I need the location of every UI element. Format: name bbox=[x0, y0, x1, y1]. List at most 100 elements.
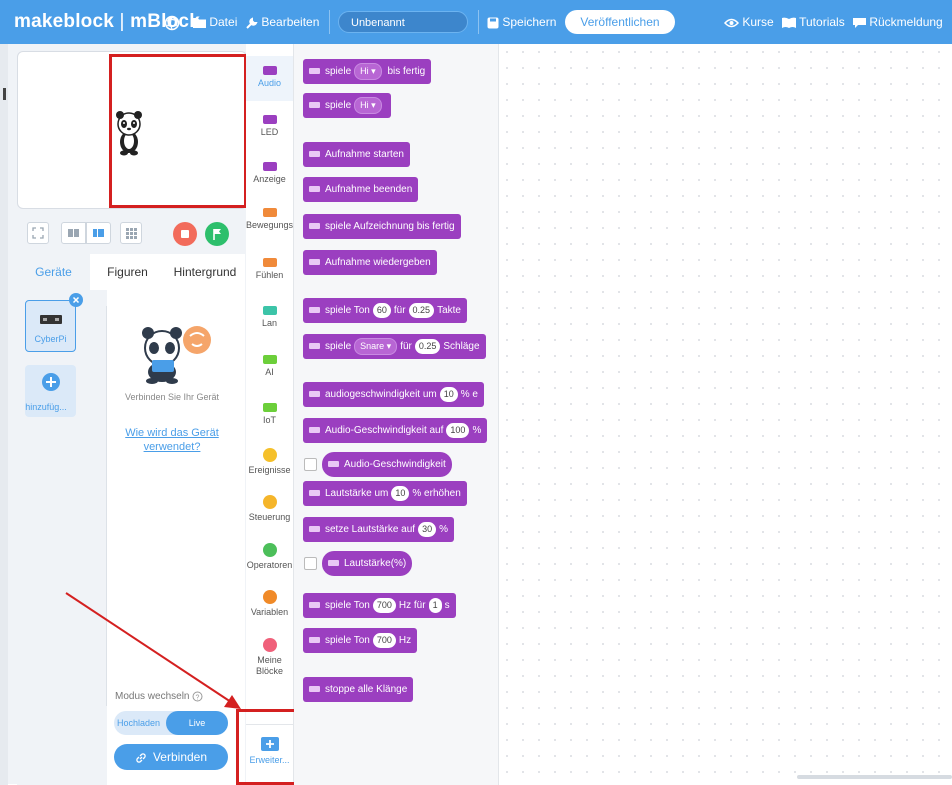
publish-button[interactable]: Veröffentlichen bbox=[565, 10, 675, 34]
mode-toggle[interactable]: Hochladen Live bbox=[114, 711, 228, 735]
speaker-icon bbox=[309, 307, 320, 314]
category-display[interactable]: Anzeige bbox=[246, 162, 293, 184]
fullscreen-button[interactable] bbox=[27, 222, 49, 244]
category-led[interactable]: LED bbox=[246, 115, 293, 137]
menu-edit[interactable]: Bearbeiten bbox=[246, 0, 319, 44]
category-operators[interactable]: Operatoren bbox=[246, 543, 293, 570]
green-flag-icon bbox=[213, 229, 221, 240]
category-control[interactable]: Steuerung bbox=[246, 495, 293, 522]
speaker-icon bbox=[309, 259, 320, 266]
block-change-speed[interactable]: audiogeschwindigkeit um 10% e bbox=[303, 382, 484, 407]
connect-button[interactable]: Verbinden bbox=[114, 744, 228, 770]
add-device-label: hinzufüg... bbox=[25, 402, 67, 412]
block-play-note[interactable]: spiele Ton 60 für 0.25 Takte bbox=[303, 298, 467, 323]
block-play-frequency-for[interactable]: spiele Ton 700 Hz für 1 s bbox=[303, 593, 456, 618]
stop-button[interactable] bbox=[173, 222, 197, 246]
close-icon bbox=[72, 296, 80, 304]
script-workspace[interactable] bbox=[499, 44, 952, 785]
go-button[interactable] bbox=[205, 222, 229, 246]
block-play-drum[interactable]: spiele Snare ▾ für 0.25 Schläge bbox=[303, 334, 486, 359]
ai-icon bbox=[262, 355, 277, 364]
tab-devices[interactable]: Geräte bbox=[17, 254, 90, 290]
checkbox-volume[interactable] bbox=[304, 557, 317, 570]
block-play-recording-until-done[interactable]: spiele Aufzeichnung bis fertig bbox=[303, 214, 461, 239]
block-play-until-done[interactable]: spiele Hi ▾ bis fertig bbox=[303, 59, 432, 84]
block-palette: spiele Hi ▾ bis fertig spiele Hi ▾ Aufnahm… bbox=[294, 44, 499, 785]
top-bar: makeblock | mBlock Datei Bearbeiten Unbe… bbox=[0, 0, 952, 44]
block-change-volume[interactable]: Lautstärke um 10% erhöhen bbox=[303, 481, 467, 506]
block-stop-recording[interactable]: Aufnahme beenden bbox=[303, 177, 419, 202]
category-events[interactable]: Ereignisse bbox=[246, 448, 293, 475]
small-stage-button[interactable] bbox=[61, 222, 86, 244]
speaker-icon bbox=[309, 343, 320, 350]
led-icon bbox=[262, 115, 277, 124]
grid-view-button[interactable] bbox=[120, 222, 142, 244]
category-iot[interactable]: IoT bbox=[246, 403, 293, 425]
remove-device-button[interactable] bbox=[69, 293, 83, 307]
speaker-icon bbox=[328, 461, 339, 468]
category-lan[interactable]: Lan bbox=[246, 306, 293, 328]
category-motion[interactable]: Bewegungs bbox=[246, 208, 293, 230]
block-start-recording[interactable]: Aufnahme starten bbox=[303, 142, 410, 167]
sensing-icon bbox=[262, 258, 277, 267]
reporter-audio-speed[interactable]: Audio-Geschwindigkeit bbox=[322, 452, 452, 477]
save-icon bbox=[487, 17, 499, 29]
reporter-volume[interactable]: Lautstärke(%) bbox=[322, 551, 413, 576]
block-play-recording[interactable]: Aufnahme wiedergeben bbox=[303, 250, 437, 275]
my-blocks-icon bbox=[262, 638, 277, 652]
help-icon[interactable]: ? bbox=[192, 691, 203, 702]
grid-icon bbox=[126, 228, 137, 239]
block-set-volume[interactable]: setze Lautstärke auf 30% bbox=[303, 517, 454, 542]
sprite-tabs: Geräte Figuren Hintergrund bbox=[17, 254, 245, 290]
large-stage-button[interactable] bbox=[86, 222, 111, 244]
operators-icon bbox=[262, 543, 277, 557]
tab-sprites[interactable]: Figuren bbox=[90, 254, 165, 290]
save-button[interactable]: Speichern bbox=[487, 0, 556, 44]
menu-file[interactable]: Datei bbox=[193, 0, 237, 44]
category-ai[interactable]: AI bbox=[246, 355, 293, 377]
speaker-icon bbox=[309, 637, 320, 644]
horizontal-scrollbar[interactable] bbox=[797, 775, 952, 779]
connect-hint: Verbinden Sie Ihr Gerät bbox=[124, 392, 220, 402]
motion-icon bbox=[262, 208, 277, 217]
audio-icon bbox=[262, 66, 277, 75]
speaker-icon bbox=[309, 151, 320, 158]
category-variables[interactable]: Variablen bbox=[246, 590, 293, 617]
mode-label: Modus wechseln ? bbox=[115, 691, 203, 702]
courses-link[interactable]: Kurse bbox=[724, 0, 774, 44]
window-edge bbox=[0, 44, 8, 785]
block-set-speed[interactable]: Audio-Geschwindigkeit auf 100% bbox=[303, 418, 488, 443]
tab-backgrounds[interactable]: Hintergrund bbox=[165, 254, 245, 290]
block-play[interactable]: spiele Hi ▾ bbox=[303, 93, 391, 118]
device-panel: CyberPi hinzufüg... Verbinden Sie Ihr Ge… bbox=[17, 290, 245, 785]
category-audio[interactable]: Audio bbox=[246, 66, 293, 88]
block-play-frequency[interactable]: spiele Ton 700 Hz bbox=[303, 628, 418, 653]
project-title-input[interactable]: Unbenannt bbox=[338, 11, 468, 33]
mode-upload[interactable]: Hochladen bbox=[117, 711, 160, 735]
how-to-use-link[interactable]: Wie wird das Gerät verwendet? bbox=[117, 426, 227, 454]
panda-connect-illustration bbox=[142, 326, 211, 384]
annotation-box-stage bbox=[109, 54, 247, 208]
block-stop-all-sounds[interactable]: stoppe alle Klänge bbox=[303, 677, 414, 702]
speaker-icon bbox=[309, 223, 320, 230]
globe-icon[interactable] bbox=[164, 0, 180, 44]
feedback-link[interactable]: Rückmeldung bbox=[853, 0, 943, 44]
device-card-cyberpi[interactable]: CyberPi bbox=[25, 300, 76, 352]
checkbox-audio-speed[interactable] bbox=[304, 458, 317, 471]
folder-icon bbox=[193, 18, 206, 29]
link-icon bbox=[136, 753, 146, 763]
events-icon bbox=[262, 448, 277, 462]
divider bbox=[478, 10, 479, 34]
mode-live[interactable]: Live bbox=[166, 711, 228, 735]
device-name: CyberPi bbox=[34, 334, 67, 344]
display-icon bbox=[262, 162, 277, 171]
stop-icon bbox=[181, 230, 189, 238]
speaker-icon bbox=[309, 427, 320, 434]
large-stage-icon bbox=[93, 229, 104, 237]
chat-icon bbox=[853, 17, 866, 28]
category-sensing[interactable]: Fühlen bbox=[246, 258, 293, 280]
small-stage-icon bbox=[68, 229, 79, 237]
tutorials-link[interactable]: Tutorials bbox=[782, 0, 845, 44]
category-my-blocks[interactable]: Meine Blöcke bbox=[246, 638, 293, 677]
cyberpi-icon bbox=[40, 315, 62, 324]
